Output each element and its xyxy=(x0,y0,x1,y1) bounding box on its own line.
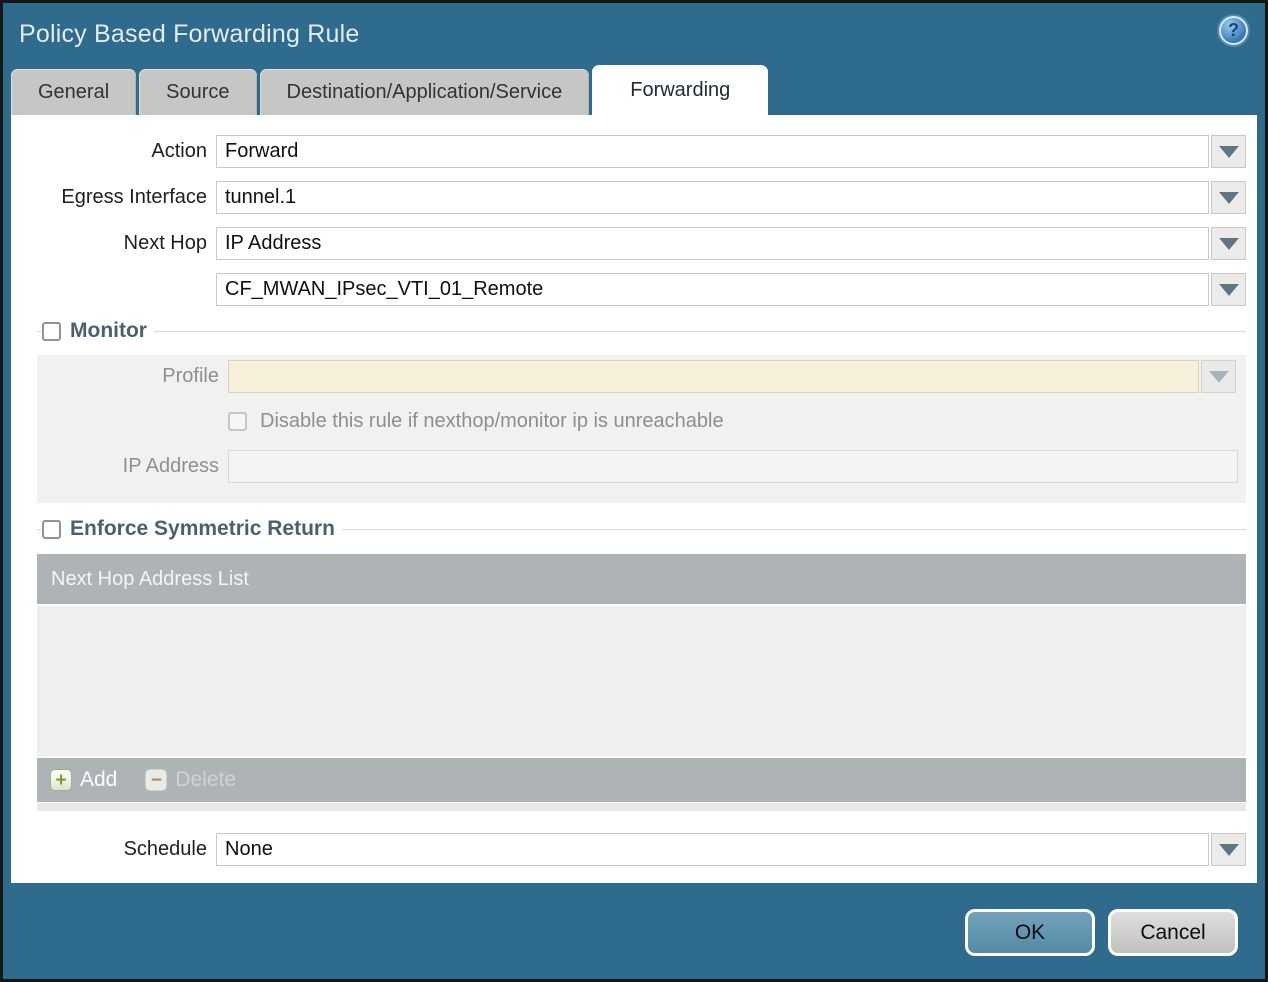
ok-button[interactable]: OK xyxy=(965,909,1095,956)
action-dropdown: Forward xyxy=(216,135,1246,168)
disable-rule-checkbox xyxy=(228,412,247,431)
forwarding-tab-panel: Action Forward Egress Interface tunnel.1… xyxy=(11,115,1257,883)
enforce-symmetric-return-section: Enforce Symmetric Return Next Hop Addres… xyxy=(37,517,1246,811)
tab-source[interactable]: Source xyxy=(139,69,257,115)
profile-label: Profile xyxy=(162,365,219,387)
dialog-titlebar: Policy Based Forwarding Rule ? xyxy=(3,3,1265,65)
egress-interface-label: Egress Interface xyxy=(61,186,207,208)
schedule-label: Schedule xyxy=(123,838,207,860)
next-hop-address-list-table: Next Hop Address List + Add − Delete xyxy=(37,554,1246,811)
next-hop-address-value[interactable]: CF_MWAN_IPsec_VTI_01_Remote xyxy=(216,273,1209,306)
action-value[interactable]: Forward xyxy=(216,135,1209,168)
schedule-dropdown: None xyxy=(216,833,1246,866)
schedule-row: Schedule None xyxy=(11,833,1257,866)
action-label: Action xyxy=(151,140,207,162)
add-button-label: Add xyxy=(80,768,118,791)
chevron-down-icon xyxy=(1218,191,1239,204)
plus-icon: + xyxy=(50,769,72,791)
tab-bar: General Source Destination/Application/S… xyxy=(3,65,1265,115)
next-hop-address-list-toolbar: + Add − Delete xyxy=(37,758,1246,802)
next-hop-address-list-body[interactable] xyxy=(37,606,1246,756)
chevron-down-icon xyxy=(1218,145,1239,158)
next-hop-address-row: CF_MWAN_IPsec_VTI_01_Remote xyxy=(11,273,1257,306)
profile-dropdown xyxy=(228,360,1236,393)
tab-general[interactable]: General xyxy=(11,69,137,115)
delete-button: − Delete xyxy=(145,768,236,792)
disable-rule-row: Disable this rule if nexthop/monitor ip … xyxy=(228,410,1246,433)
chevron-down-icon xyxy=(1218,843,1239,856)
enforce-symmetric-return-legend: Enforce Symmetric Return xyxy=(37,517,1246,541)
next-hop-row: Next Hop IP Address xyxy=(11,227,1257,260)
next-hop-label: Next Hop xyxy=(123,232,207,254)
profile-dropdown-button xyxy=(1201,360,1236,393)
monitor-ip-address-label: IP Address xyxy=(122,455,219,477)
chevron-down-icon xyxy=(1218,237,1239,250)
cancel-button[interactable]: Cancel xyxy=(1108,909,1238,956)
next-hop-value[interactable]: IP Address xyxy=(216,227,1209,260)
schedule-dropdown-button[interactable] xyxy=(1211,833,1246,866)
profile-row: Profile xyxy=(37,360,1246,393)
policy-based-forwarding-dialog: Policy Based Forwarding Rule ? General S… xyxy=(0,0,1268,982)
minus-icon: − xyxy=(145,769,168,791)
chevron-down-icon xyxy=(1208,370,1229,383)
profile-value xyxy=(228,360,1199,393)
chevron-down-icon xyxy=(1218,283,1239,296)
dialog-title: Policy Based Forwarding Rule xyxy=(19,19,360,48)
next-hop-address-list-header: Next Hop Address List xyxy=(37,554,1246,604)
egress-interface-value[interactable]: tunnel.1 xyxy=(216,181,1209,214)
monitor-section: Monitor Profile Disable this rule if nex… xyxy=(37,319,1246,503)
table-bottom-strip xyxy=(37,803,1246,811)
monitor-legend: Monitor xyxy=(37,319,1246,343)
next-hop-address-dropdown: CF_MWAN_IPsec_VTI_01_Remote xyxy=(216,273,1246,306)
egress-interface-dropdown: tunnel.1 xyxy=(216,181,1246,214)
action-dropdown-button[interactable] xyxy=(1211,135,1246,168)
egress-interface-row: Egress Interface tunnel.1 xyxy=(11,181,1257,214)
monitor-ip-address-row: IP Address xyxy=(37,450,1246,483)
add-button[interactable]: + Add xyxy=(50,768,117,792)
tab-destination-application-service[interactable]: Destination/Application/Service xyxy=(259,69,590,115)
dialog-footer: OK Cancel xyxy=(3,883,1265,956)
monitor-panel: Profile Disable this rule if nexthop/mon… xyxy=(37,355,1246,503)
next-hop-address-dropdown-button[interactable] xyxy=(1211,273,1246,306)
egress-interface-dropdown-button[interactable] xyxy=(1211,181,1246,214)
next-hop-dropdown: IP Address xyxy=(216,227,1246,260)
delete-button-label: Delete xyxy=(175,768,237,791)
next-hop-dropdown-button[interactable] xyxy=(1211,227,1246,260)
monitor-section-label: Monitor xyxy=(70,319,147,342)
enforce-symmetric-return-label: Enforce Symmetric Return xyxy=(70,517,335,540)
disable-rule-label: Disable this rule if nexthop/monitor ip … xyxy=(260,410,724,432)
action-row: Action Forward xyxy=(11,135,1257,168)
tab-forwarding[interactable]: Forwarding xyxy=(592,65,769,115)
monitor-ip-address-field xyxy=(228,450,1238,483)
monitor-checkbox[interactable] xyxy=(42,321,61,341)
help-icon[interactable]: ? xyxy=(1219,16,1248,45)
schedule-value[interactable]: None xyxy=(216,833,1209,866)
enforce-symmetric-return-checkbox[interactable] xyxy=(42,519,61,539)
